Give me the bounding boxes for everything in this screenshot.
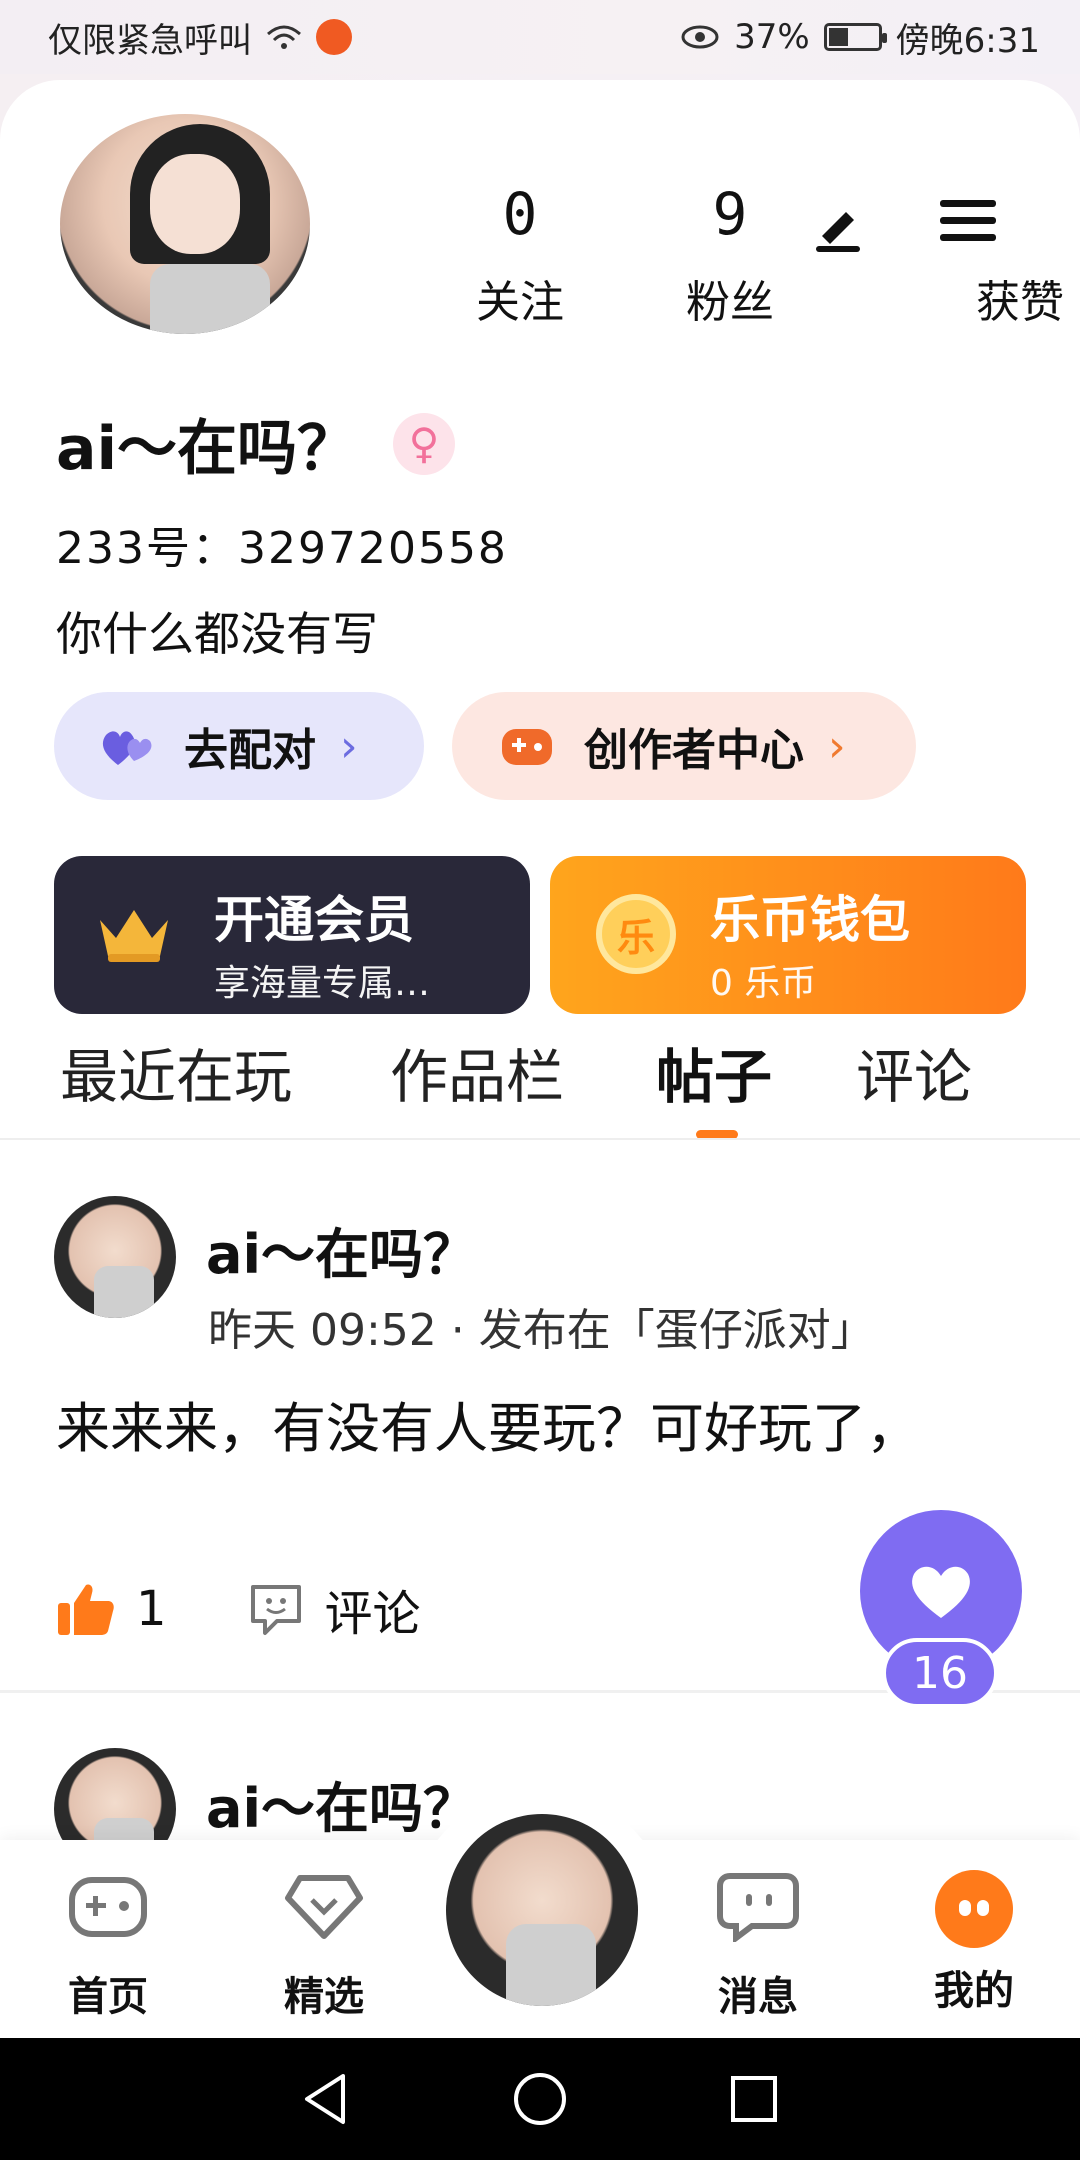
nav-home[interactable]: 首页	[38, 1870, 178, 2022]
coin-icon: 乐	[596, 894, 676, 974]
vip-title: 开通会员	[214, 891, 414, 949]
comment-icon	[250, 1585, 301, 1635]
like-count: 1	[136, 1581, 167, 1637]
stat-following[interactable]: 0 关注	[440, 180, 600, 330]
gamepad-icon	[502, 729, 552, 765]
wallet-title: 乐币钱包	[710, 891, 910, 949]
profile-name-row: ai～在吗？ ♀	[56, 400, 456, 487]
nav-home-label: 首页	[68, 1974, 148, 2020]
profile-uid: 233号：329720558	[56, 523, 508, 574]
wallet-balance: 0 乐币	[710, 963, 817, 1004]
profile-tabs: 最近在玩 作品栏 帖子 评论	[0, 1030, 1080, 1140]
wifi-icon	[267, 25, 301, 49]
battery-icon	[823, 23, 887, 51]
following-count: 0	[502, 180, 538, 248]
likes-label: 获赞	[976, 277, 1064, 328]
post-author-name[interactable]: ai～在吗？	[206, 1764, 477, 1843]
heart-count-badge: 16	[882, 1638, 998, 1708]
profile-face-icon	[935, 1870, 1013, 1948]
thumbs-up-icon	[58, 1584, 114, 1635]
menu-icon[interactable]	[940, 200, 996, 252]
post-author-name[interactable]: ai～在吗？	[206, 1210, 477, 1289]
following-label: 关注	[476, 277, 564, 328]
home-icon[interactable]	[512, 2071, 568, 2127]
match-button[interactable]: 去配对 ›	[54, 692, 424, 800]
wallet-banner[interactable]: 乐 乐币钱包 0 乐币	[550, 856, 1026, 1014]
app-notification-icon	[316, 19, 352, 55]
followers-label: 粉丝	[686, 277, 774, 328]
chat-bubble-icon	[717, 1873, 799, 1944]
profile-name: ai～在吗？	[56, 414, 358, 484]
vip-subtitle: 享海量专属…	[214, 963, 431, 1004]
gamepad-icon	[69, 1877, 147, 1937]
hearts-icon	[102, 731, 152, 765]
eye-icon	[681, 25, 719, 49]
battery-percent: 37%	[734, 17, 810, 57]
tab-comments[interactable]: 评论	[856, 1030, 972, 1114]
nav-mine-label: 我的	[934, 1968, 1014, 2014]
nav-featured-label: 精选	[284, 1974, 364, 2020]
nav-messages[interactable]: 消息	[688, 1870, 828, 2022]
post-meta: 昨天 09:52 · 发布在「蛋仔派对」	[208, 1305, 875, 1356]
comment-label: 评论	[324, 1586, 421, 1642]
crown-icon	[100, 910, 168, 962]
carrier-text: 仅限紧急呼叫	[48, 20, 252, 61]
match-label: 去配对	[184, 725, 316, 776]
like-button[interactable]: 1	[56, 1581, 167, 1637]
creator-center-button[interactable]: 创作者中心 ›	[452, 692, 916, 800]
profile-bio: 你什么都没有写	[56, 607, 378, 661]
vip-banner[interactable]: 开通会员 享海量专属…	[54, 856, 530, 1014]
back-icon[interactable]	[301, 2072, 351, 2126]
creator-center-label: 创作者中心	[584, 725, 804, 776]
nav-center-avatar[interactable]	[446, 1814, 638, 2006]
nav-featured[interactable]: 精选	[254, 1870, 394, 2022]
post-author-avatar[interactable]	[54, 1196, 176, 1318]
female-icon: ♀	[393, 412, 456, 475]
comment-button[interactable]: 评论	[247, 1574, 421, 1644]
bottom-navigation: 首页 精选 消息 我的	[0, 1790, 1080, 2038]
recents-icon[interactable]	[729, 2074, 779, 2124]
heart-icon	[912, 1566, 970, 1618]
diamond-heart-icon	[285, 1875, 363, 1939]
divider	[0, 1138, 1080, 1140]
nav-messages-label: 消息	[718, 1974, 798, 2020]
chevron-right-icon: ›	[340, 720, 358, 772]
tab-works[interactable]: 作品栏	[390, 1030, 564, 1114]
post-actions: 1 评论	[56, 1574, 421, 1644]
chevron-right-icon: ›	[828, 720, 846, 772]
tab-posts[interactable]: 帖子	[656, 1030, 772, 1114]
clock: 傍晚6:31	[895, 20, 1040, 61]
post-text: 来来来，有没有人要玩？可好玩了，	[56, 1397, 920, 1460]
edit-icon[interactable]	[810, 198, 866, 254]
system-navigation-bar	[0, 2038, 1080, 2160]
profile-avatar[interactable]	[56, 110, 314, 338]
nav-mine[interactable]: 我的	[904, 1870, 1044, 2016]
tab-recently-played[interactable]: 最近在玩	[60, 1030, 292, 1114]
status-bar: 仅限紧急呼叫 37% 傍晚6:31	[0, 0, 1080, 74]
